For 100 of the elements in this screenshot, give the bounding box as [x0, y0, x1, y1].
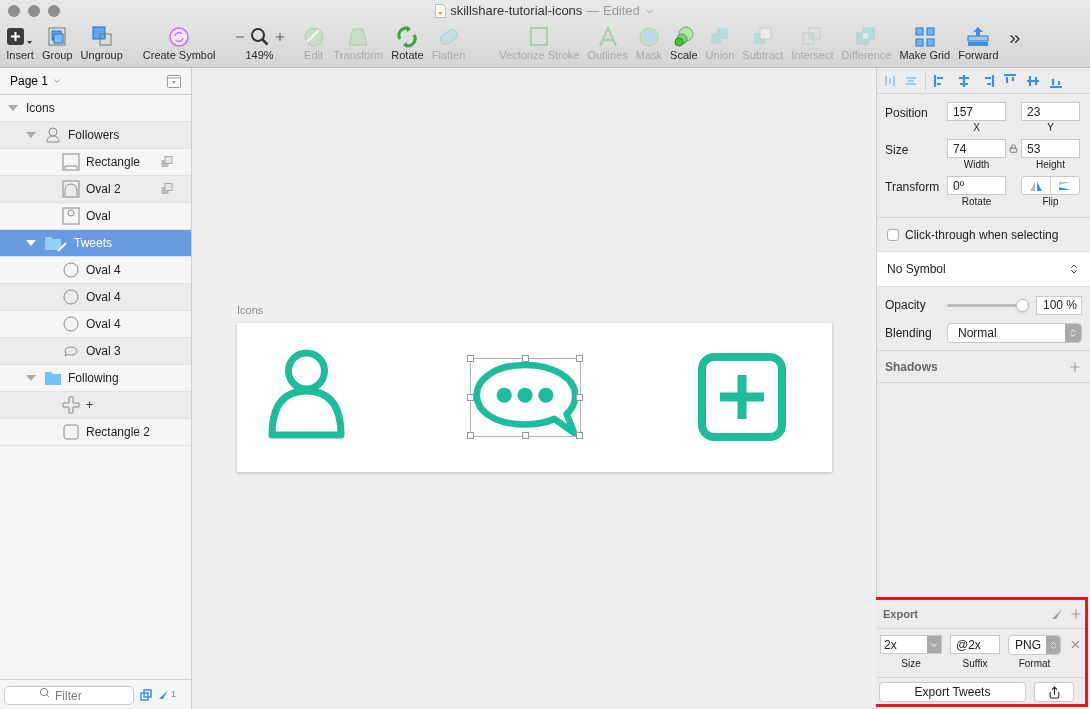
symbol-icon: [167, 26, 192, 48]
field-caption: X: [973, 122, 980, 134]
flip-horizontal-icon: [1029, 180, 1043, 191]
resize-handle[interactable]: [467, 432, 474, 439]
resize-handle[interactable]: [576, 355, 583, 362]
plus-square-icon[interactable]: [698, 353, 786, 441]
layer-name: +: [86, 397, 93, 414]
input-field[interactable]: 157: [947, 102, 1006, 121]
person-icon: [44, 126, 62, 144]
window-control[interactable]: [8, 5, 20, 17]
layer-name: Following: [68, 370, 119, 387]
section-title: Export: [883, 606, 918, 622]
toolbar-button[interactable]: Make Grid: [895, 25, 955, 62]
resize-handle[interactable]: [576, 432, 583, 439]
folder-icon: [44, 369, 62, 387]
resize-handle[interactable]: [467, 355, 474, 362]
disclosure-triangle[interactable]: [8, 105, 18, 111]
input-field[interactable]: 0º: [947, 176, 1006, 195]
field-caption: Flip: [1042, 196, 1059, 208]
field-caption: Rotate: [961, 196, 992, 208]
person-icon[interactable]: [268, 349, 345, 439]
field-caption: Width: [963, 159, 990, 171]
checkbox[interactable]: [887, 228, 899, 241]
symbols-filter-icon[interactable]: [140, 688, 152, 701]
oval-icon: [62, 315, 80, 333]
field-caption: Size: [901, 657, 921, 671]
layer-name: Oval 3: [86, 343, 121, 360]
document-icon: [435, 4, 447, 18]
field-caption: Format: [1018, 657, 1051, 671]
property-label: Position: [885, 105, 929, 122]
forward-icon: [966, 26, 991, 48]
flip-control[interactable]: [1021, 176, 1080, 195]
format-select[interactable]: PNG: [1008, 635, 1061, 655]
layer-name: Rectangle: [86, 154, 141, 171]
opacity-slider[interactable]: [947, 298, 1029, 312]
property-label: Transform: [885, 179, 941, 196]
disclosure-triangle[interactable]: [26, 375, 36, 381]
layer-row[interactable]: Oval 4: [0, 284, 191, 311]
lock-icon[interactable]: [1009, 144, 1018, 153]
input-field[interactable]: 23: [1021, 102, 1080, 121]
field-caption: Suffix: [962, 657, 988, 671]
field-caption: Height: [1036, 159, 1065, 171]
stepper-icon: [1048, 640, 1058, 650]
input-field[interactable]: 53: [1021, 139, 1080, 158]
filter-field[interactable]: Filter: [4, 686, 134, 705]
zoom-control[interactable]: 149%: [229, 25, 290, 62]
resize-handle[interactable]: [576, 393, 583, 401]
property-label: Size: [885, 142, 910, 159]
window-control[interactable]: [48, 5, 60, 17]
resize-handle[interactable]: [467, 393, 474, 401]
caret-icon: [52, 76, 63, 86]
export-button[interactable]: Export Tweets: [879, 682, 1026, 702]
toolbar-button[interactable]: Group: [38, 25, 77, 62]
resize-handle[interactable]: [521, 432, 529, 439]
suffix-field[interactable]: @2x: [950, 635, 1000, 654]
toolbar-button[interactable]: Ungroup: [76, 25, 127, 62]
disclosure-triangle[interactable]: [26, 132, 36, 138]
edit-icon: [301, 26, 326, 48]
transform-icon: [346, 26, 371, 48]
layer-name: Oval 4: [86, 316, 121, 333]
layer-row[interactable]: Followers: [0, 122, 191, 149]
toolbar-button[interactable]: Insert: [2, 25, 38, 62]
layer-row[interactable]: Oval 2: [0, 176, 191, 203]
add-icon[interactable]: [1069, 607, 1083, 621]
distribute-icon[interactable]: [883, 73, 897, 88]
blending-select[interactable]: Normal: [947, 322, 1082, 343]
add-icon[interactable]: [1068, 359, 1082, 374]
grid-icon: [912, 26, 937, 48]
plus-icon: [273, 31, 286, 43]
slider-thumb[interactable]: [1016, 298, 1029, 312]
share-button[interactable]: [1034, 682, 1074, 702]
slice-filter-icon[interactable]: [158, 689, 169, 700]
layer-row[interactable]: +: [0, 392, 191, 419]
search-icon: [39, 686, 50, 698]
toolbar-button[interactable]: Forward: [954, 25, 1003, 62]
panel-toggle-icon[interactable]: [167, 74, 181, 88]
size-select[interactable]: 2x: [880, 635, 942, 654]
section-title: Shadows: [885, 358, 938, 376]
layer-row[interactable]: Oval 3: [0, 338, 191, 365]
window-control[interactable]: [28, 5, 40, 17]
opacity-value[interactable]: 100 %: [1036, 295, 1082, 315]
stepper-icon: [1068, 327, 1078, 338]
layer-name: Oval 4: [86, 262, 121, 279]
property-label: Blending: [885, 324, 933, 342]
checkbox-label: Click-through when selecting: [905, 226, 1059, 244]
toolbar-button[interactable]: Scale: [666, 25, 702, 62]
flip-vertical-icon: [1058, 180, 1072, 191]
toolbar-button[interactable]: Create Symbol: [138, 25, 220, 62]
page-selector[interactable]: Page 1: [10, 72, 63, 90]
resize-handle[interactable]: [521, 355, 529, 362]
input-field[interactable]: 74: [947, 139, 1006, 158]
toolbar-button[interactable]: Rotate: [387, 25, 428, 62]
align-icon[interactable]: [956, 72, 972, 89]
oval-icon: [62, 261, 80, 279]
close-icon[interactable]: [1069, 638, 1082, 651]
layer-name: Followers: [68, 127, 120, 144]
selection-count: 1: [171, 687, 176, 701]
symbol-select[interactable]: No Symbol: [877, 251, 1090, 287]
ungroup-icon: [89, 26, 114, 48]
folder-icon: [44, 234, 68, 252]
